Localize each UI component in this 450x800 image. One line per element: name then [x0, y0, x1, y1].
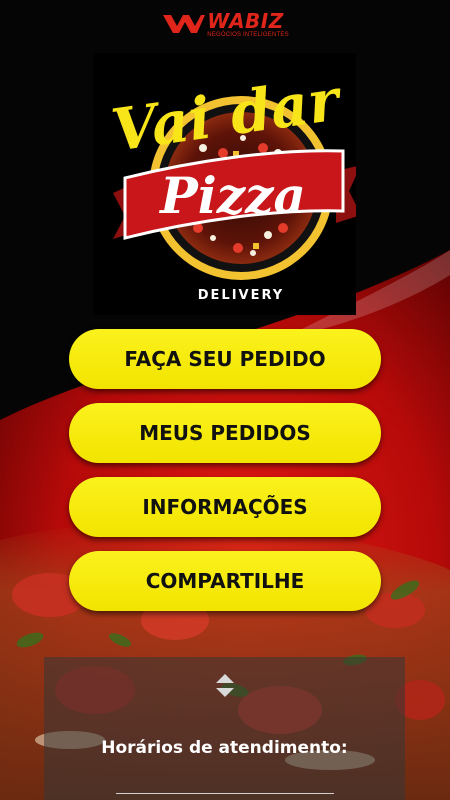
place-order-button[interactable]: FAÇA SEU PEDIDO [69, 329, 381, 389]
my-orders-label: MEUS PEDIDOS [139, 421, 311, 445]
hours-title: Horários de atendimento: [101, 738, 348, 758]
brand-name: WABIZ [207, 8, 284, 33]
hours-divider [116, 793, 334, 794]
information-label: INFORMAÇÕES [142, 495, 308, 519]
logo-title-pizza: Pizza [158, 166, 306, 225]
logo-subtitle: DELIVERY [198, 288, 284, 303]
sort-arrows-icon [216, 674, 234, 697]
brand-tagline: NEGÓCIOS INTELIGENTES [207, 31, 289, 38]
app-header: WABIZ NEGÓCIOS INTELIGENTES [0, 0, 450, 48]
wabiz-brand: WABIZ NEGÓCIOS INTELIGENTES [161, 11, 289, 38]
my-orders-button[interactable]: MEUS PEDIDOS [69, 403, 381, 463]
place-order-label: FAÇA SEU PEDIDO [124, 347, 326, 371]
information-button[interactable]: INFORMAÇÕES [69, 477, 381, 537]
share-label: COMPARTILHE [145, 569, 305, 593]
wabiz-logo-icon [163, 15, 206, 33]
restaurant-logo: Vai dar Pizza DELIVERY [93, 53, 356, 315]
hours-expand-toggle[interactable] [212, 671, 238, 701]
share-button[interactable]: COMPARTILHE [69, 551, 381, 611]
